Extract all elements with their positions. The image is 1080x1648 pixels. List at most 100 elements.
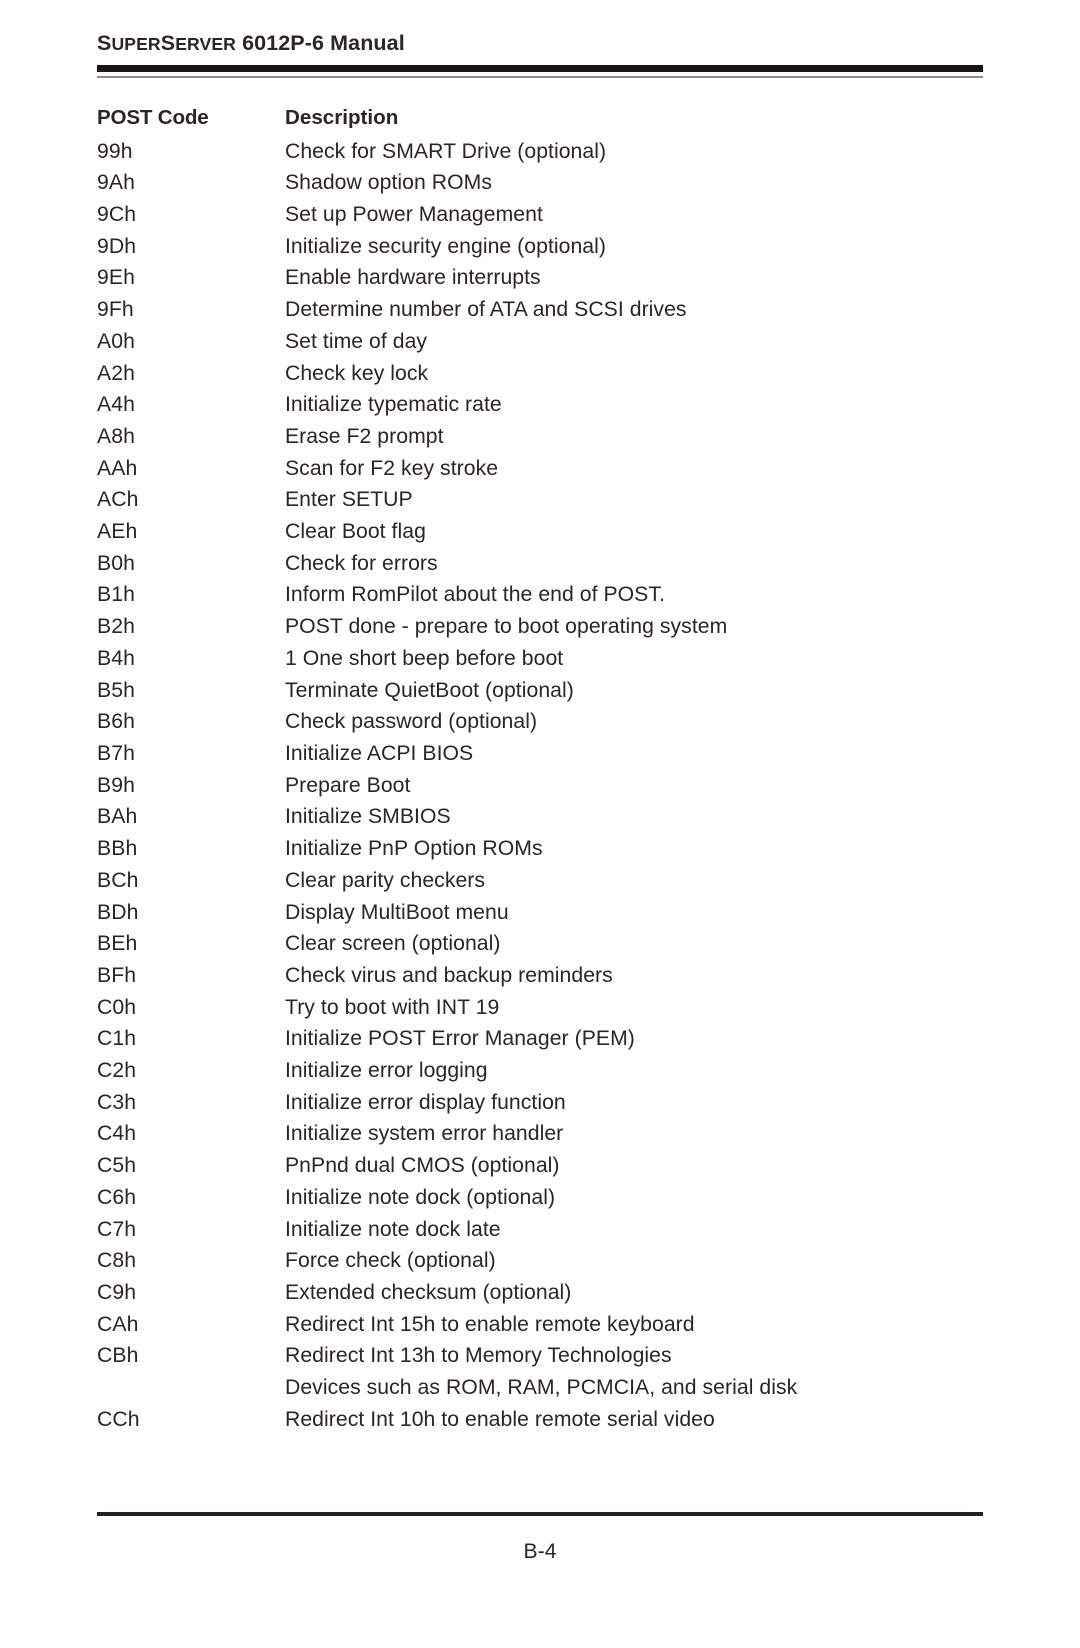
post-description-cell: Redirect Int 13h to Memory Technologies (285, 1344, 672, 1368)
post-code-cell: C6h (97, 1185, 137, 1209)
post-description-cell: Set time of day (285, 329, 428, 353)
post-code-cell: A2h (97, 361, 135, 385)
post-code-cell: ACh (97, 488, 139, 512)
table-header-row: POST Code Description (97, 100, 983, 136)
footer-rule (97, 1512, 983, 1516)
post-description-cell: Clear parity checkers (285, 868, 486, 892)
table-row: 9Dh Initialize security engine (optional) (97, 231, 983, 263)
post-description-cell: Initialize security engine (optional) (285, 234, 607, 258)
post-code-cell: C4h (97, 1122, 137, 1146)
post-code-cell: A8h (97, 424, 135, 448)
post-description-cell: Check for SMART Drive (optional) (285, 139, 607, 163)
post-code-cell: BBh (97, 837, 138, 861)
post-description-cell: PnPnd dual CMOS (optional) (285, 1154, 560, 1178)
table-row: CAh Redirect Int 15h to enable remote key… (97, 1309, 983, 1341)
post-code-cell: BDh (97, 900, 139, 924)
post-description-cell: Clear Boot flag (285, 520, 426, 544)
post-code-cell: C0h (97, 995, 137, 1019)
post-code-cell: BFh (97, 963, 137, 987)
post-description-cell: Erase F2 prompt (285, 424, 444, 448)
post-code-cell: 9Dh (97, 234, 137, 258)
post-description-cell: Inform RomPilot about the end of POST. (285, 583, 665, 607)
post-code-cell: A0h (97, 329, 135, 353)
post-description-cell: Scan for F2 key stroke (285, 456, 499, 480)
post-code-cell: C8h (97, 1249, 137, 1273)
post-description-cell: Check for errors (285, 551, 438, 575)
post-code-cell: AEh (97, 520, 138, 544)
post-code-cell: CBh (97, 1344, 139, 1368)
post-code-cell: 9Eh (97, 266, 135, 290)
table-row: B9h Prepare Boot (97, 770, 983, 802)
table-row: C3h Initialize error display function (97, 1087, 983, 1119)
table-row: C7h Initialize note dock late (97, 1214, 983, 1246)
post-description-cell: Set up Power Management (285, 203, 543, 227)
post-description-cell: Devices such as ROM, RAM, PCMCIA, and se… (285, 1376, 798, 1400)
post-code-cell: 99h (97, 139, 133, 163)
post-code-cell: 9Fh (97, 298, 134, 322)
post-description-cell: Initialize error display function (285, 1090, 566, 1114)
table-row: B5h Terminate QuietBoot (optional) (97, 675, 983, 707)
post-code-table-body: 99h Check for SMART Drive (optional) 9Ah Sh… (97, 136, 983, 1436)
header-rule-thin (97, 75, 983, 78)
post-code-cell: CCh (97, 1407, 140, 1431)
post-description-cell: Enter SETUP (285, 488, 413, 512)
table-row: BCh Clear parity checkers (97, 865, 983, 897)
post-description-cell: Shadow option ROMs (285, 171, 492, 195)
post-description-cell: Try to boot with INT 19 (285, 995, 500, 1019)
post-code-cell: B7h (97, 742, 135, 765)
table-row: 99h Check for SMART Drive (optional) (97, 136, 983, 168)
table-row: A0h Set time of day (97, 326, 983, 358)
table-row: CCh Redirect Int 10h to enable remote ser… (97, 1404, 983, 1436)
post-description-cell: Redirect Int 15h to enable remote keyboa… (285, 1312, 695, 1336)
table-row: A4h Initialize typematic rate (97, 389, 983, 421)
post-code-cell: B6h (97, 710, 135, 734)
table-row: C0h Try to boot with INT 19 (97, 992, 983, 1024)
post-description-cell: Extended checksum (optional) (285, 1280, 572, 1304)
running-head-s1: S (97, 31, 112, 55)
post-description-cell: Check password (optional) (285, 710, 538, 734)
post-code-cell: CAh (97, 1312, 139, 1336)
post-description-cell: Enable hardware interrupts (285, 266, 541, 290)
post-description-cell: Check key lock (285, 361, 429, 385)
post-code-cell: BEh (97, 932, 138, 956)
table-row: C9h Extended checksum (optional) (97, 1277, 983, 1309)
post-code-cell: B9h (97, 773, 135, 797)
post-code-cell: A4h (97, 393, 135, 417)
post-code-table: POST Code Description 99h Check for SMART… (97, 100, 983, 1436)
post-description-cell: Initialize typematic rate (285, 393, 502, 417)
table-row: B4h 1 One short beep before boot (97, 643, 983, 675)
table-row: C6h Initialize note dock (optional) (97, 1182, 983, 1214)
table-row: CBh Redirect Int 13h to Memory Technologi… (97, 1340, 983, 1372)
table-row: C8h Force check (optional) (97, 1245, 983, 1277)
post-description-cell: Redirect Int 10h to enable remote serial… (285, 1407, 715, 1431)
post-code-cell: C2h (97, 1059, 137, 1083)
post-code-cell: BCh (97, 868, 139, 892)
post-description-cell: POST done - prepare to boot operating sy… (285, 615, 728, 639)
table-row: 9Eh Enable hardware interrupts (97, 262, 983, 294)
post-code-cell: B5h (97, 678, 135, 702)
post-description-cell: Initialize note dock (optional) (285, 1185, 556, 1209)
post-code-cell: C5h (97, 1154, 137, 1178)
post-description-cell: Initialize system error handler (285, 1122, 564, 1146)
table-row: AEh Clear Boot flag (97, 516, 983, 548)
table-row: 9Ch Set up Power Management (97, 199, 983, 231)
post-description-cell: Initialize SMBIOS (285, 805, 451, 829)
running-head: SUPERSERVER 6012P-6 Manual (97, 0, 983, 56)
table-row: BEh Clear screen (optional) (97, 928, 983, 960)
post-code-cell: 9Ah (97, 171, 135, 195)
table-row: C1h Initialize POST Error Manager (PEM) (97, 1023, 983, 1055)
post-description-cell: 1 One short beep before boot (285, 646, 564, 670)
post-description-cell: Force check (optional) (285, 1249, 496, 1273)
table-row: ACh Enter SETUP (97, 484, 983, 516)
running-head-erver: ERVER (175, 34, 236, 54)
table-row: B0h Check for errors (97, 548, 983, 580)
table-row: Devices such as ROM, RAM, PCMCIA, and se… (97, 1372, 983, 1404)
post-description-cell: Initialize PnP Option ROMs (285, 837, 543, 861)
post-description-cell: Initialize ACPI BIOS (285, 742, 474, 765)
table-row: C5h PnPnd dual CMOS (optional) (97, 1150, 983, 1182)
page-number: B-4 (523, 1540, 557, 1563)
post-code-cell: C3h (97, 1090, 137, 1114)
post-description-cell: Prepare Boot (285, 773, 411, 797)
post-description-cell: Check virus and backup reminders (285, 963, 613, 987)
manual-page: SUPERSERVER 6012P-6 Manual POST Code Des… (0, 0, 1080, 1648)
